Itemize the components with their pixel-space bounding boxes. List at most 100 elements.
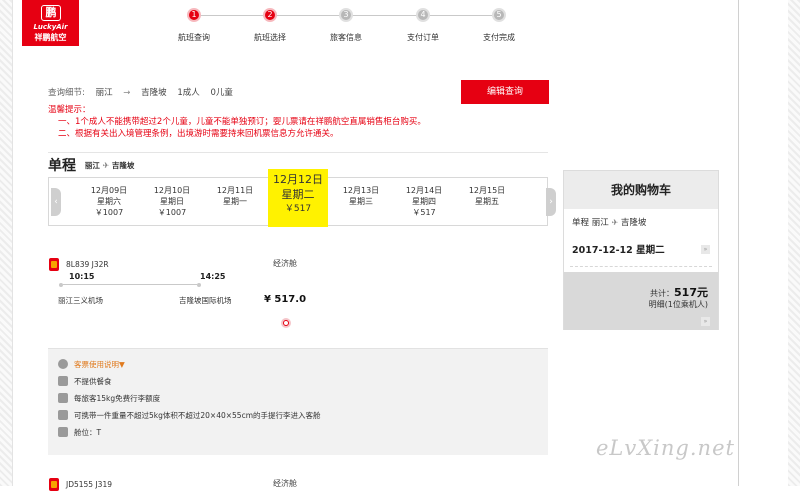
fare-class-label: 经济舱 <box>273 479 297 488</box>
next-dates-button[interactable]: › <box>546 188 556 216</box>
arrival-airport: 吉隆坡国际机场 <box>179 296 232 305</box>
fare-radio-selected[interactable] <box>281 318 291 328</box>
date-option[interactable]: 12月15日 星期五 <box>457 185 517 207</box>
trip-route: 丽江 ✈ 吉隆坡 <box>85 161 134 170</box>
tips-line-2: 二、根据有关出入境管理条例，出境游时需要持来回机票信息方允许通关。 <box>58 129 339 139</box>
arrival-dot <box>197 283 201 287</box>
cart-divider <box>570 266 712 267</box>
total-label: 共计： <box>650 289 675 298</box>
query-label: 查询细节: <box>48 88 85 98</box>
date-price: ￥517 <box>284 204 312 214</box>
weekday-label: 星期四 <box>412 197 436 206</box>
step-flight-selection: 2 航班选择 <box>240 8 300 43</box>
weekday-label: 星期二 <box>281 188 315 201</box>
cart-total: 共计：517元 <box>650 284 708 300</box>
carry-on-text: 可携带一件重量不超过5kg体积不超过20×40×55cm的手提行李进入客舱 <box>74 411 321 420</box>
luggage-icon <box>58 393 68 403</box>
date-label: 12月14日 <box>405 186 443 195</box>
watermark: eLvXing.net <box>596 436 735 460</box>
logo-english-name: LuckyAir <box>33 23 68 31</box>
carry-on-row: 可携带一件重量不超过5kg体积不超过20×40×55cm的手提行李进入客舱 <box>58 410 321 422</box>
weekday-label: 星期五 <box>475 197 499 206</box>
logo-mark: 鹏 <box>41 5 61 21</box>
total-value: 517元 <box>674 286 708 299</box>
step-label: 航班查询 <box>178 33 210 42</box>
date-price: ￥1007 <box>94 208 124 217</box>
flight-code: 8L839 J32R <box>66 260 109 269</box>
right-background-pattern <box>788 0 800 486</box>
date-price: ￥517 <box>412 208 436 217</box>
fare-rules-row[interactable]: 客票使用说明▼ <box>58 359 125 371</box>
date-option[interactable]: 12月14日 星期四 ￥517 <box>394 185 454 218</box>
expand-icon[interactable]: » <box>701 245 710 254</box>
cart-origin: 丽江 <box>591 218 609 228</box>
step-number-circle: 1 <box>187 8 201 22</box>
query-adults: 1成人 <box>177 88 200 98</box>
fare-class-label: 经济舱 <box>273 259 297 268</box>
meal-text: 不提供餐食 <box>74 377 112 386</box>
query-children: 0儿童 <box>210 88 233 98</box>
arrival-time: 14:25 <box>200 272 226 281</box>
logo-chinese-name: 祥鹏航空 <box>34 33 67 42</box>
weekday-label: 星期日 <box>160 197 184 206</box>
plane-icon: ✈ <box>102 161 110 170</box>
expand-icon[interactable]: » <box>701 317 710 326</box>
cart-detail: 明细(1位乘机人) <box>648 300 708 309</box>
step-passenger-info: 3 旅客信息 <box>316 8 376 43</box>
query-origin: 丽江 <box>95 88 113 98</box>
tips-title: 温馨提示： <box>48 105 91 115</box>
weekday-label: 星期六 <box>97 197 121 206</box>
date-label: 12月10日 <box>153 186 191 195</box>
trip-type-title: 单程 <box>48 158 76 174</box>
departure-airport: 丽江三义机场 <box>58 296 103 305</box>
date-option-selected[interactable]: 12月12日 星期二 ￥517 <box>268 169 328 227</box>
left-background-pattern <box>0 0 12 486</box>
cart-trip-type: 单程 <box>572 218 590 228</box>
warm-tips: 温馨提示： 一、1个成人不能携带超过2个儿童，儿童不能单独预订；婴儿票请在祥鹏航… <box>48 104 426 140</box>
weekday-label: 星期三 <box>349 197 373 206</box>
date-label: 12月13日 <box>342 186 380 195</box>
step-label: 支付订单 <box>407 33 439 42</box>
date-option[interactable]: 12月09日 星期六 ￥1007 <box>79 185 139 218</box>
carry-on-icon <box>58 410 68 420</box>
step-label: 航班选择 <box>254 33 286 42</box>
seat-icon <box>58 427 68 437</box>
fare-rules-link[interactable]: 客票使用说明 <box>74 360 119 369</box>
date-option[interactable]: 12月11日 星期一 <box>205 185 265 207</box>
caret-down-icon: ▼ <box>119 360 125 369</box>
fare-column <box>248 236 322 348</box>
cart-total-panel: 共计：517元 明细(1位乘机人) » <box>564 272 718 330</box>
trip-destination: 吉隆坡 <box>111 161 135 170</box>
cabin-text: 舱位：T <box>74 428 102 437</box>
section-divider <box>48 152 548 153</box>
step-flight-search: 1 航班查询 <box>164 8 224 43</box>
date-option[interactable]: 12月10日 星期日 ￥1007 <box>142 185 202 218</box>
rules-icon <box>58 359 68 369</box>
trip-header: 单程 丽江 ✈ 吉隆坡 <box>48 155 134 175</box>
prev-dates-button[interactable]: ‹ <box>51 188 61 216</box>
plane-icon: ✈ <box>611 218 619 227</box>
baggage-row: 每旅客15kg免费行李额度 <box>58 393 160 405</box>
baggage-text: 每旅客15kg免费行李额度 <box>74 394 161 403</box>
date-price: ￥1007 <box>157 208 187 217</box>
lucky-air-logo[interactable]: 鹏 LuckyAir 祥鹏航空 <box>22 0 79 46</box>
step-payment-complete: 5 支付完成 <box>469 8 529 43</box>
step-pay-order: 4 支付订单 <box>393 8 453 43</box>
cart-destination: 吉隆坡 <box>620 218 647 228</box>
edit-query-button[interactable]: 编辑查询 <box>461 80 549 104</box>
left-border <box>12 0 13 486</box>
right-border <box>738 0 739 486</box>
cart-title: 我的购物车 <box>564 171 718 209</box>
fare-info-panel: 客票使用说明▼ 不提供餐食 每旅客15kg免费行李额度 可携带一件重量不超过5k… <box>48 348 548 455</box>
cabin-row: 舱位：T <box>58 427 101 439</box>
step-number-circle: 5 <box>492 8 506 22</box>
date-option[interactable]: 12月13日 星期三 <box>331 185 391 207</box>
meal-row: 不提供餐食 <box>58 376 112 388</box>
step-number-circle: 2 <box>263 8 277 22</box>
fare-price: ¥ 517.0 <box>263 294 307 305</box>
weekday-label: 星期一 <box>223 197 247 206</box>
flight-code: JD5155 J319 <box>66 480 112 489</box>
query-details: 查询细节: 丽江 → 吉隆坡 1成人 0儿童 <box>48 86 241 98</box>
chevron-left-icon: ‹ <box>54 197 58 207</box>
cart-date: 2017-12-12 星期二 <box>572 245 665 256</box>
